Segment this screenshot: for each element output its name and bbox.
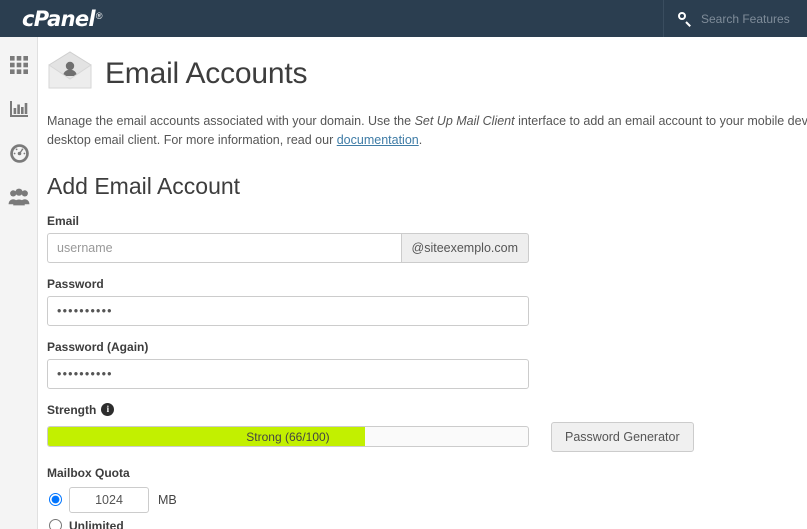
top-header-bar: cPanel ®: [0, 0, 807, 37]
quota-value-input[interactable]: [69, 486, 149, 513]
page-title: Email Accounts: [105, 56, 308, 90]
page-description-part3: .: [418, 133, 423, 148]
strength-label-row: Strength i: [47, 403, 807, 417]
mailbox-quota-fixed-row: MB: [47, 486, 807, 513]
page-header: Email Accounts: [47, 51, 807, 96]
add-email-account-heading: Add Email Account: [47, 172, 241, 199]
bar-chart-icon: [9, 99, 29, 119]
search-features-area[interactable]: [663, 0, 793, 37]
email-domain-addon: @siteexemplo.com: [400, 232, 529, 263]
users-group-icon: [8, 187, 30, 207]
password-strength-text: Strong (66/100): [246, 429, 330, 444]
page-description-emphasis: Set Up Mail Client: [414, 114, 515, 128]
quota-unit-label: MB: [158, 492, 177, 507]
password-generator-button[interactable]: Password Generator: [551, 421, 694, 452]
email-field-label: Email: [47, 213, 80, 228]
strength-label: Strength: [47, 402, 97, 417]
info-icon[interactable]: i: [101, 403, 115, 417]
cpanel-email-accounts-page: cPanel ® Search Features Email Accounts …: [0, 0, 807, 529]
mailbox-quota-unlimited-row: Unlimited: [47, 519, 807, 529]
email-input-group: @siteexemplo.com: [47, 232, 529, 263]
cpanel-logo[interactable]: cPanel ®: [22, 7, 103, 31]
search-icon: [678, 11, 692, 26]
quota-unlimited-radio[interactable]: [49, 519, 62, 529]
documentation-link[interactable]: documentation: [337, 133, 419, 147]
strength-row: Strong (66/100) Password Generator: [47, 421, 807, 452]
gauge-icon: [9, 143, 30, 164]
cpanel-logo-text: cPanel: [22, 6, 96, 31]
left-icon-rail: [0, 37, 38, 529]
search-input[interactable]: [701, 11, 793, 26]
mailbox-quota-label: Mailbox Quota: [47, 465, 130, 480]
cpanel-logo-trademark: ®: [95, 10, 103, 21]
password-again-field-label: Password (Again): [47, 339, 149, 354]
password-strength-meter: Strong (66/100): [47, 426, 529, 448]
sidebar-item-user-manager[interactable]: [0, 175, 38, 219]
password-again-input[interactable]: [47, 358, 529, 389]
main-content: Email Accounts Manage the email accounts…: [39, 37, 807, 529]
grid-apps-icon: [9, 55, 29, 75]
sidebar-item-home[interactable]: [0, 43, 38, 87]
page-description-part1: Manage the email accounts associated wit…: [47, 114, 415, 128]
sidebar-item-statistics[interactable]: [0, 87, 38, 131]
password-field-label: Password: [47, 276, 104, 291]
password-input[interactable]: [47, 295, 529, 326]
quota-fixed-radio[interactable]: [49, 493, 62, 507]
sidebar-item-metrics[interactable]: [0, 131, 38, 175]
email-envelope-user-icon: [47, 51, 93, 96]
page-description: Manage the email accounts associated wit…: [47, 112, 807, 151]
email-username-input[interactable]: [47, 232, 401, 263]
quota-unlimited-label: Unlimited: [69, 518, 124, 529]
